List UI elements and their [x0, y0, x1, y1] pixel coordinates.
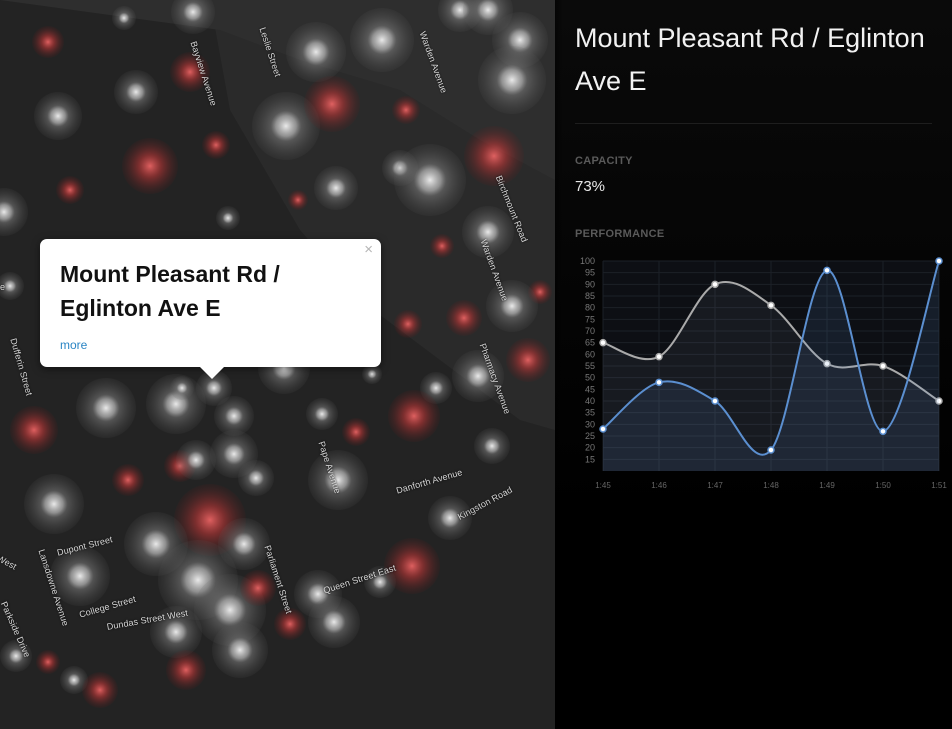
y-tick-label: 15 — [585, 454, 595, 464]
street-label: e — [0, 282, 6, 292]
heat-marker[interactable] — [112, 464, 144, 496]
y-tick-label: 55 — [585, 361, 595, 371]
heat-marker[interactable] — [10, 406, 58, 454]
heat-marker[interactable] — [392, 96, 420, 124]
y-tick-label: 95 — [585, 268, 595, 278]
performance-label: PERFORMANCE — [575, 228, 665, 240]
heat-marker[interactable] — [314, 166, 358, 210]
heat-marker[interactable] — [238, 460, 274, 496]
heat-marker[interactable] — [166, 650, 206, 690]
heat-marker[interactable] — [394, 310, 422, 338]
heat-marker[interactable] — [212, 622, 268, 678]
performance-chart: 1520 25 3035 40 4550 55 6065 70 7580 85 9095 100 1:4… — [580, 256, 947, 490]
heat-marker[interactable] — [430, 234, 454, 258]
y-tick-label: 40 — [585, 396, 595, 406]
data-point[interactable] — [935, 257, 943, 265]
heat-marker[interactable] — [82, 672, 118, 708]
heat-marker[interactable] — [240, 570, 276, 606]
heat-marker[interactable] — [288, 190, 308, 210]
y-tick-label: 90 — [585, 279, 595, 289]
heat-marker[interactable] — [24, 474, 84, 534]
data-point[interactable] — [823, 266, 831, 275]
x-tick-label: 1:51 — [931, 481, 947, 490]
data-point[interactable] — [767, 301, 775, 310]
heat-marker[interactable] — [36, 650, 60, 674]
y-tick-label: 85 — [585, 291, 595, 301]
heat-marker[interactable] — [342, 418, 370, 446]
y-tick-label: 65 — [585, 338, 595, 348]
y-tick-label: 50 — [585, 373, 595, 383]
heat-marker[interactable] — [394, 144, 466, 216]
heat-marker[interactable] — [350, 8, 414, 72]
x-tick-label: 1:48 — [763, 481, 779, 490]
heat-marker[interactable] — [112, 6, 136, 30]
heat-marker[interactable] — [308, 596, 360, 648]
heat-marker[interactable] — [122, 138, 178, 194]
heat-marker[interactable] — [114, 70, 158, 114]
data-point[interactable] — [879, 427, 887, 436]
y-tick-label: 30 — [585, 419, 595, 429]
y-tick-label: 60 — [585, 349, 595, 359]
x-tick-label: 1:47 — [707, 481, 723, 490]
details-panel: Mount Pleasant Rd / Eglinton Ave E CAPAC… — [555, 0, 952, 729]
data-point[interactable] — [655, 378, 663, 387]
heat-marker[interactable] — [34, 92, 82, 140]
x-tick-label: 1:46 — [651, 481, 667, 490]
x-tick-label: 1:50 — [875, 481, 891, 490]
heat-marker[interactable] — [474, 428, 510, 464]
y-tick-label: 20 — [585, 443, 595, 453]
heat-marker[interactable] — [216, 206, 240, 230]
panel-divider — [575, 123, 932, 124]
heat-marker[interactable] — [388, 390, 440, 442]
heat-marker[interactable] — [362, 364, 382, 384]
y-tick-label: 100 — [580, 256, 595, 266]
heat-marker[interactable] — [478, 46, 546, 114]
data-point[interactable] — [767, 446, 775, 454]
y-tick-label: 80 — [585, 303, 595, 313]
y-tick-label: 75 — [585, 314, 595, 324]
data-point[interactable] — [879, 362, 887, 370]
heat-marker[interactable] — [170, 376, 194, 400]
x-tick-label: 1:45 — [595, 481, 611, 490]
x-tick-label: 1:49 — [819, 481, 835, 490]
more-link[interactable]: more — [60, 338, 87, 352]
heat-marker[interactable] — [76, 378, 136, 438]
map-view[interactable]: Bayview Avenue Leslie Street Warden Avenue… — [0, 0, 555, 729]
heat-marker[interactable] — [306, 398, 338, 430]
data-point[interactable] — [599, 425, 607, 433]
location-popup: × Mount Pleasant Rd / Eglinton Ave E mor… — [40, 239, 381, 379]
y-tick-label: 70 — [585, 326, 595, 336]
data-point[interactable] — [711, 397, 719, 405]
heat-marker[interactable] — [56, 176, 84, 204]
heat-marker[interactable] — [304, 76, 360, 132]
heat-marker[interactable] — [506, 338, 550, 382]
data-point[interactable] — [599, 338, 607, 347]
y-tick-label: 45 — [585, 384, 595, 394]
heat-marker[interactable] — [486, 280, 538, 332]
popup-title: Mount Pleasant Rd / Eglinton Ave E — [60, 261, 280, 321]
y-tick-label: 25 — [585, 431, 595, 441]
heat-marker[interactable] — [32, 26, 64, 58]
heat-marker[interactable] — [176, 440, 216, 480]
close-icon[interactable]: × — [364, 242, 373, 258]
capacity-value: 73% — [575, 178, 606, 195]
data-point[interactable] — [711, 280, 719, 289]
heat-marker[interactable] — [446, 300, 482, 336]
capacity-label: CAPACITY — [575, 155, 633, 167]
heat-marker[interactable] — [202, 131, 230, 159]
y-tick-label: 35 — [585, 408, 595, 418]
panel-title: Mount Pleasant Rd / Eglinton Ave E — [575, 23, 925, 96]
data-point[interactable] — [655, 352, 663, 361]
heat-marker[interactable] — [286, 22, 346, 82]
